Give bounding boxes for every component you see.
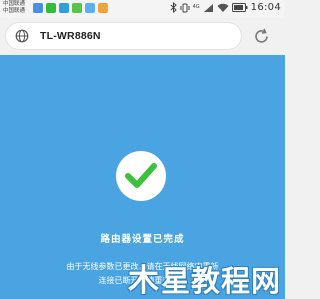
clock: 16:04 [250,2,281,13]
battery-icon [231,3,248,12]
address-bar[interactable]: TL-WR886N [6,23,241,49]
network-type-label: 4G [192,4,200,10]
qq-icon [59,3,69,13]
vibrate-icon [180,3,190,12]
apps-icon [98,3,108,13]
notification-icons [33,3,108,13]
globe-icon [15,29,29,43]
checkmark-icon [125,163,157,188]
wifi-icon [217,3,229,12]
carrier-label-1: 中国联通 [3,1,26,7]
image-icon [85,3,95,13]
bluetooth-icon [170,2,177,13]
router-setup-page: 路由器设置已完成 由于无线参数已更改，请在无线网络中重新 连接已断开，请重新连接… [0,55,285,299]
carrier-label-2: 中国联通 [3,8,26,14]
status-bar: 中国联通 中国联通 4G 16:04 [0,0,285,18]
watermark: 木 星教程网 [128,265,281,297]
wechat-icon [46,3,56,13]
url-text[interactable]: TL-WR886N [40,30,101,42]
watermark-mark: 木 [127,263,159,299]
reload-icon[interactable] [253,28,270,45]
carrier-info: 中国联通 中国联通 [3,1,25,15]
watermark-text: 星教程网 [160,264,281,298]
message-icon [72,3,82,13]
success-badge [116,151,166,201]
signal-icon [203,3,213,12]
browser-toolbar: TL-WR886N [0,18,285,55]
status-right: 4G 16:04 [170,2,281,13]
paper-plane-icon [33,3,43,13]
setup-complete-title: 路由器设置已完成 [100,234,185,245]
